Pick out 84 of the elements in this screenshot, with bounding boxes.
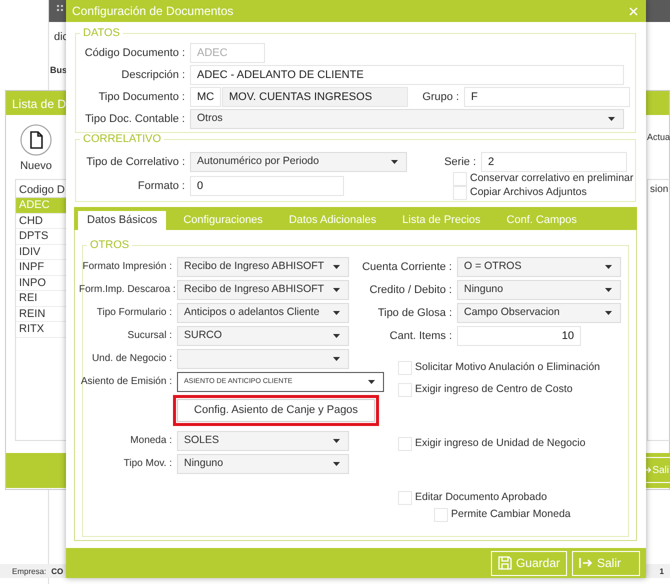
dropdown[interactable]: SOLES <box>177 431 349 451</box>
text-field[interactable]: 10 <box>457 326 581 346</box>
checkbox[interactable] <box>453 186 467 200</box>
checkbox-label: Copiar Archivos Adjuntos <box>470 185 587 200</box>
toolbar-label: Actua <box>647 131 670 144</box>
dropdown[interactable]: O = OTROS <box>457 257 621 277</box>
dropdown[interactable]: Recibo de Ingreso ABHISOFT <box>177 280 349 300</box>
field-label: Asiento de Emisión : <box>80 375 172 389</box>
field-label: Tipo de Glosa : <box>376 306 452 321</box>
field-label: Tipo Doc. Contable : <box>84 112 185 127</box>
new-button[interactable]: Nuevo <box>20 124 52 174</box>
text-field[interactable]: ADEC - ADELANTO DE CLIENTE <box>190 65 624 85</box>
caret-icon <box>333 357 340 361</box>
field-label: Sucursal : <box>126 329 172 343</box>
field-label: Moneda : <box>129 434 172 448</box>
dropdown[interactable]: Campo Observacion <box>457 303 621 323</box>
text-field[interactable]: 2 <box>481 152 627 172</box>
checkbox[interactable] <box>434 508 448 522</box>
dialog-title: Configuración de Documentos <box>72 3 234 20</box>
caret-icon <box>333 439 340 443</box>
caret-icon <box>605 265 612 269</box>
dropdown[interactable] <box>177 349 349 369</box>
caret-icon <box>605 288 612 292</box>
dropdown[interactable]: Otros <box>190 109 624 129</box>
field-label: Tipo de Correlativo : <box>85 155 185 170</box>
save-icon <box>498 556 512 570</box>
section-legend: CORRELATIVO <box>80 134 164 145</box>
field-label: Formato : <box>136 179 185 194</box>
caret-icon <box>333 462 340 466</box>
checkbox-label: Conservar correlativo en preliminar <box>470 171 634 186</box>
field-label: Serie : <box>443 155 476 170</box>
caret-icon <box>608 117 615 121</box>
field-label: Cuenta Corriente : <box>361 260 452 275</box>
text-field[interactable]: F <box>464 87 630 107</box>
field-label: Tipo Documento : <box>98 90 185 105</box>
checkbox-label: Editar Documento Aprobado <box>415 490 547 505</box>
grip-icon <box>57 5 65 13</box>
dropdown[interactable]: Ninguno <box>177 454 349 474</box>
close-icon <box>629 6 638 16</box>
checkbox[interactable] <box>398 360 412 374</box>
checkbox[interactable] <box>398 490 412 504</box>
caret-icon <box>333 288 340 292</box>
field-label: Und. de Negocio : <box>90 352 172 366</box>
field-label: Código Documento : <box>84 46 185 61</box>
text-field[interactable]: MOV. CUENTAS INGRESOS <box>222 87 408 107</box>
section-legend: DATOS <box>80 28 123 39</box>
checkbox-label: Solicitar Motivo Anulación o Eliminación <box>415 360 600 375</box>
column-header: sion <box>650 184 668 195</box>
field-label: Tipo Formulario : <box>96 306 172 320</box>
text-field[interactable]: 0 <box>190 176 344 196</box>
checkbox[interactable] <box>453 172 467 186</box>
tab[interactable]: Datos Básicos <box>78 211 166 230</box>
dropdown[interactable]: Ninguno <box>457 280 621 300</box>
checkbox-label: Exigir ingreso de Unidad de Negocio <box>415 436 586 451</box>
caret-icon <box>605 311 612 315</box>
dropdown[interactable]: Recibo de Ingreso ABHISOFT <box>177 257 349 277</box>
page-number: 1 <box>660 566 664 578</box>
dropdown[interactable]: Anticipos o adelantos Cliente <box>177 303 349 323</box>
label-text: Bus <box>50 64 68 77</box>
caret-icon <box>391 160 398 164</box>
checkbox-label: Exigir ingreso de Centro de Costo <box>415 382 573 397</box>
dropdown[interactable]: Autonumérico por Periodo <box>190 152 407 172</box>
field-label: Formato Impresión : <box>82 260 172 274</box>
field-label: Grupo : <box>421 90 459 105</box>
status-value: CO <box>51 567 64 576</box>
exit-icon <box>579 557 593 569</box>
caret-icon <box>333 311 340 315</box>
checkbox[interactable] <box>398 382 412 396</box>
text-field[interactable]: MC <box>190 87 221 107</box>
caret-icon <box>333 265 340 269</box>
status-label: Empresa: <box>12 567 46 576</box>
field-label: Tipo Mov. : <box>122 457 172 471</box>
close-button[interactable] <box>627 6 640 16</box>
caret-icon <box>333 334 340 338</box>
config-button[interactable]: Config. Asiento de Canje y Pagos <box>177 399 375 422</box>
field-label: Cant. Items : <box>388 329 452 344</box>
field-label: Descripción : <box>120 68 185 83</box>
checkbox-label: Permite Cambiar Moneda <box>451 506 571 522</box>
field-label: Credito / Debito : <box>368 283 452 298</box>
dropdown[interactable]: SURCO <box>177 326 349 346</box>
caret-icon <box>368 380 375 384</box>
checkbox[interactable] <box>398 436 412 450</box>
section-legend: OTROS <box>87 240 132 251</box>
document-icon <box>20 124 52 156</box>
